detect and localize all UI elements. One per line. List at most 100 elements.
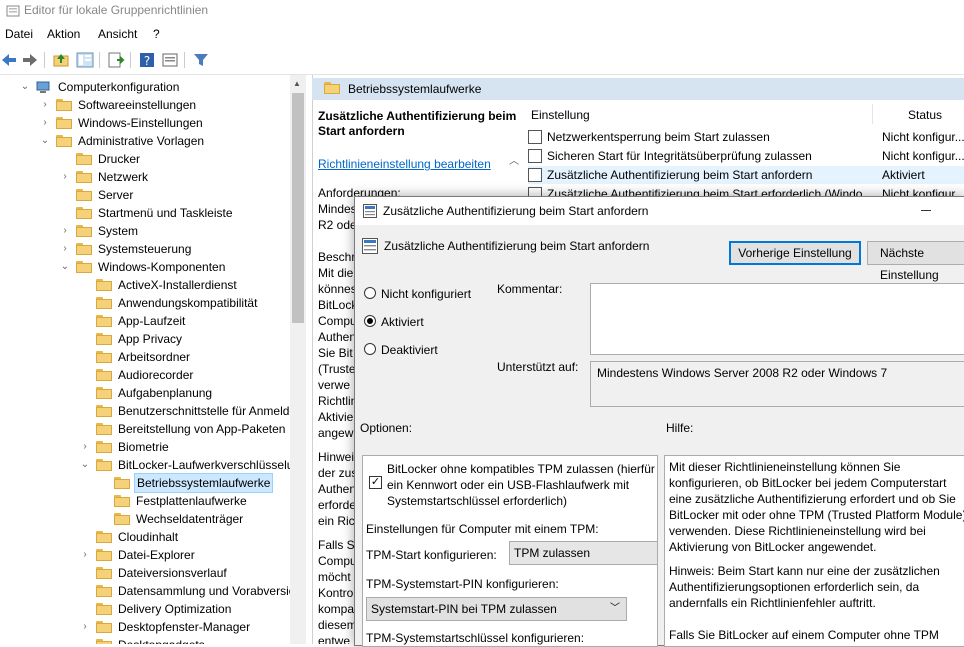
setting-row[interactable]: Netzwerkentsperrung beim Start zulassen N… <box>528 128 964 146</box>
tree-item[interactable]: Desktopgadgets <box>0 636 290 644</box>
menu-aktion[interactable]: Aktion <box>47 27 80 41</box>
previous-setting-button[interactable]: Vorherige Einstellung <box>729 241 861 265</box>
options-panel: ✓ BitLocker ohne kompatibles TPM zulasse… <box>362 455 658 647</box>
tree-item[interactable]: ⌄ BitLocker-Laufwerkverschlüsselung <box>0 456 306 474</box>
tree-item[interactable]: Datensammlung und Vorabversionen <box>0 582 306 600</box>
tree-item[interactable]: ActiveX-Installerdienst <box>0 276 290 294</box>
expand-icon[interactable]: › <box>60 240 70 258</box>
setting-row[interactable]: Zusätzliche Authentifizierung beim Start… <box>528 166 964 184</box>
filter-icon[interactable] <box>192 51 210 69</box>
tree-item-label: Drucker <box>98 152 141 166</box>
computer-icon <box>36 81 52 93</box>
help-icon[interactable]: ? <box>138 51 156 69</box>
allow-without-tpm-label-3: Systemstartschlüssel erforderlich) <box>387 494 568 508</box>
collapse-icon[interactable]: ⌄ <box>60 258 70 276</box>
tpm-start-select[interactable]: TPM zulassen <box>509 541 657 565</box>
tree-item[interactable]: Wechseldatenträger <box>0 510 290 528</box>
export-icon[interactable] <box>107 51 125 69</box>
tree-item[interactable]: Anwendungskompatibilität <box>0 294 290 312</box>
dialog-title-bar: Zusätzliche Authentifizierung beim Start… <box>355 197 964 225</box>
tree-item[interactable]: › Systemsteuerung <box>0 240 290 258</box>
setting-row[interactable]: Sicheren Start für Integritätsüberprüfun… <box>528 147 964 165</box>
help-label: Hilfe: <box>666 421 694 435</box>
tree-item-label: Festplattenlaufwerke <box>136 494 247 508</box>
description-line: Mindes <box>318 202 357 216</box>
radio-disabled[interactable]: Deaktiviert <box>364 341 564 359</box>
tree-item[interactable]: › Windows-Einstellungen <box>0 114 290 132</box>
radio-circle[interactable] <box>364 287 376 299</box>
menu-datei[interactable]: Datei <box>5 27 33 41</box>
expand-icon[interactable]: › <box>60 168 70 186</box>
policy-setting-icon <box>528 149 542 163</box>
tree-item[interactable]: ⌄ Computerkonfiguration <box>0 78 290 96</box>
tree-item[interactable]: Festplattenlaufwerke <box>0 492 290 510</box>
show-hide-tree-icon[interactable] <box>76 51 94 69</box>
collapse-icon[interactable]: ⌄ <box>80 456 90 474</box>
tree-item[interactable]: Delivery Optimization <box>0 600 290 618</box>
tree-item[interactable]: Drucker <box>0 150 290 168</box>
column-setting[interactable]: Einstellung <box>531 108 590 122</box>
folder-icon <box>96 603 112 615</box>
column-status[interactable]: Status <box>908 108 942 122</box>
tree-item[interactable]: Server <box>0 186 290 204</box>
expand-icon[interactable]: › <box>60 222 70 240</box>
tree-item[interactable]: Cloudinhalt <box>0 528 290 546</box>
edit-policy-link[interactable]: Richtlinieneinstellung bearbeiten <box>318 157 491 171</box>
expand-icon[interactable]: › <box>80 618 90 636</box>
folder-icon <box>76 171 92 183</box>
description-title: Zusätzliche Authentifizierung beim <box>318 109 517 123</box>
tpm-pin-select[interactable]: Systemstart-PIN bei TPM zulassen ﹀ <box>366 597 627 621</box>
comment-textarea[interactable] <box>590 283 964 355</box>
collapse-icon[interactable]: ⌄ <box>40 132 50 150</box>
description-line: Falls Si <box>318 538 358 552</box>
tree-item[interactable]: › Softwareeinstellungen <box>0 96 290 114</box>
help-paragraph-2: Hinweis: Beim Start kann nur eine der zu… <box>669 564 940 610</box>
tree-item[interactable]: › Datei-Explorer <box>0 546 290 564</box>
tree-scrollbar[interactable]: ▲ <box>290 75 306 644</box>
tree-item[interactable]: Aufgabenplanung <box>0 384 290 402</box>
description-line: diesem <box>318 618 357 632</box>
tree-scrollbar-thumb[interactable] <box>292 93 304 323</box>
expand-icon[interactable]: › <box>80 546 90 564</box>
folder-icon <box>76 153 92 165</box>
tree-item[interactable]: Arbeitsordner <box>0 348 290 366</box>
description-line: Compu <box>318 314 357 328</box>
help-panel: Mit dieser Richtlinieneinstellung können… <box>664 455 964 647</box>
tree-item[interactable]: Audiorecorder <box>0 366 290 384</box>
radio-circle[interactable] <box>364 343 376 355</box>
menu-ansicht[interactable]: Ansicht <box>98 27 137 41</box>
tree-item[interactable]: Betriebssystemlaufwerke <box>0 473 290 493</box>
tree-item[interactable]: Dateiversionsverlauf <box>0 564 290 582</box>
expand-icon[interactable]: › <box>40 96 50 114</box>
collapse-icon[interactable]: ⌄ <box>20 78 30 96</box>
up-folder-icon[interactable] <box>52 51 70 69</box>
back-icon[interactable] <box>0 51 18 69</box>
setting-name: Zusätzliche Authentifizierung beim Start… <box>547 168 813 182</box>
folder-icon <box>114 495 130 507</box>
radio-enabled[interactable]: Aktiviert <box>364 313 564 331</box>
tree-item[interactable]: App Privacy <box>0 330 290 348</box>
tree-item[interactable]: Startmenü und Taskleiste <box>0 204 290 222</box>
next-setting-button[interactable]: Nächste Einstellung <box>867 241 964 282</box>
menu-help[interactable]: ? <box>153 27 160 41</box>
expand-icon[interactable]: › <box>40 114 50 132</box>
tree-item[interactable]: ⌄ Windows-Komponenten <box>0 258 290 276</box>
tree-item[interactable]: Benutzerschnittstelle für Anmeldeinf <box>0 402 306 420</box>
allow-without-tpm-checkbox[interactable]: ✓ <box>369 476 382 489</box>
policy-setting-icon <box>363 204 377 218</box>
tree-item[interactable]: Bereitstellung von App-Paketen <box>0 420 290 438</box>
tree-item[interactable]: › Netzwerk <box>0 168 290 186</box>
minimize-icon[interactable] <box>921 210 931 211</box>
properties-icon[interactable] <box>161 51 179 69</box>
tree-item-label: System <box>98 224 139 238</box>
tree-item[interactable]: ⌄ Administrative Vorlagen <box>0 132 290 150</box>
tree-item[interactable]: › System <box>0 222 290 240</box>
expand-icon[interactable]: › <box>80 438 90 456</box>
setting-name: Netzwerkentsperrung beim Start zulassen <box>547 130 770 144</box>
forward-icon[interactable] <box>21 51 39 69</box>
radio-circle-selected[interactable] <box>364 315 376 327</box>
tree-item[interactable]: › Desktopfenster-Manager <box>0 618 290 636</box>
tree-item[interactable]: App-Laufzeit <box>0 312 290 330</box>
tree-item[interactable]: › Biometrie <box>0 438 290 456</box>
dialog-subtitle: Zusätzliche Authentifizierung beim Start… <box>384 239 650 253</box>
